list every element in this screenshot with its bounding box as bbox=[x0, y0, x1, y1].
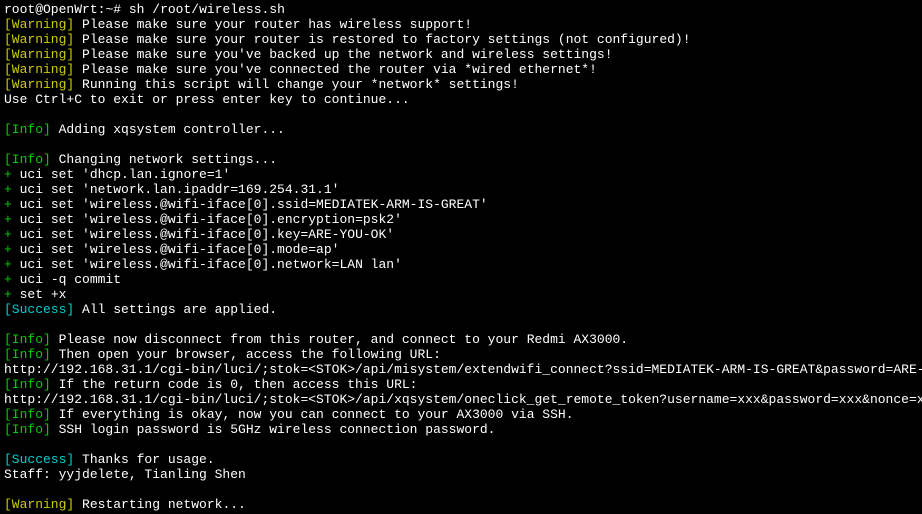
info-text: If the return code is 0, then access thi… bbox=[51, 377, 418, 392]
info-text: Adding xqsystem controller... bbox=[51, 122, 285, 137]
warning-tag: [Warning] bbox=[4, 497, 74, 512]
warning-tag: [Warning] bbox=[4, 62, 74, 77]
blank-line bbox=[4, 482, 918, 497]
info-tag: [Info] bbox=[4, 332, 51, 347]
uci-line: + uci set 'wireless.@wifi-iface[0].mode=… bbox=[4, 242, 918, 257]
blank-line bbox=[4, 137, 918, 152]
warning-tag: [Warning] bbox=[4, 77, 74, 92]
success-tag: [Success] bbox=[4, 452, 74, 467]
plus-sign: + bbox=[4, 212, 12, 227]
staff-line: Staff: yyjdelete, Tianling Shen bbox=[4, 467, 918, 482]
plus-sign: + bbox=[4, 197, 12, 212]
blank-line bbox=[4, 317, 918, 332]
uci-cmd: uci set 'wireless.@wifi-iface[0].key=ARE… bbox=[12, 227, 394, 242]
info-tag: [Info] bbox=[4, 122, 51, 137]
warning-tag: [Warning] bbox=[4, 17, 74, 32]
info-text: If everything is okay, now you can conne… bbox=[51, 407, 574, 422]
uci-cmd: uci set 'wireless.@wifi-iface[0].encrypt… bbox=[12, 212, 402, 227]
info-text: SSH login password is 5GHz wireless conn… bbox=[51, 422, 496, 437]
warning-line: [Warning] Please make sure you've connec… bbox=[4, 62, 918, 77]
info-tag: [Info] bbox=[4, 422, 51, 437]
info-text: Please now disconnect from this router, … bbox=[51, 332, 628, 347]
info-tag: [Info] bbox=[4, 407, 51, 422]
success-text: All settings are applied. bbox=[74, 302, 277, 317]
info-line: [Info] If the return code is 0, then acc… bbox=[4, 377, 918, 392]
warning-line: [Warning] Please make sure you've backed… bbox=[4, 47, 918, 62]
info-line: [Info] If everything is okay, now you ca… bbox=[4, 407, 918, 422]
warning-text: Please make sure you've connected the ro… bbox=[74, 62, 597, 77]
command-text bbox=[121, 2, 129, 17]
info-text: Changing network settings... bbox=[51, 152, 277, 167]
prompt-user-host: root@OpenWrt bbox=[4, 2, 98, 17]
warning-line: [Warning] Please make sure your router h… bbox=[4, 17, 918, 32]
uci-line: + set +x bbox=[4, 287, 918, 302]
plus-sign: + bbox=[4, 182, 12, 197]
success-line: [Success] All settings are applied. bbox=[4, 302, 918, 317]
uci-line: + uci set 'wireless.@wifi-iface[0].netwo… bbox=[4, 257, 918, 272]
uci-cmd: uci set 'wireless.@wifi-iface[0].ssid=ME… bbox=[12, 197, 488, 212]
uci-cmd: uci set 'wireless.@wifi-iface[0].network… bbox=[12, 257, 402, 272]
ctrl-c-text: Use Ctrl+C to exit or press enter key to… bbox=[4, 92, 918, 107]
warning-tag: [Warning] bbox=[4, 32, 74, 47]
warning-text: Please make sure you've backed up the ne… bbox=[74, 47, 612, 62]
terminal-output: root@OpenWrt:~# sh /root/wireless.sh [Wa… bbox=[4, 2, 918, 512]
info-line: [Info] SSH login password is 5GHz wirele… bbox=[4, 422, 918, 437]
url-line: http://192.168.31.1/cgi-bin/luci/;stok=<… bbox=[4, 362, 918, 377]
uci-line: + uci set 'wireless.@wifi-iface[0].encry… bbox=[4, 212, 918, 227]
uci-line: + uci set 'network.lan.ipaddr=169.254.31… bbox=[4, 182, 918, 197]
warning-text: Running this script will change your *ne… bbox=[74, 77, 519, 92]
uci-cmd: uci set 'network.lan.ipaddr=169.254.31.1… bbox=[12, 182, 340, 197]
success-tag: [Success] bbox=[4, 302, 74, 317]
uci-line: + uci set 'wireless.@wifi-iface[0].key=A… bbox=[4, 227, 918, 242]
plus-sign: + bbox=[4, 272, 12, 287]
success-text: Thanks for usage. bbox=[74, 452, 214, 467]
warning-line: [Warning] Running this script will chang… bbox=[4, 77, 918, 92]
blank-line bbox=[4, 437, 918, 452]
plus-sign: + bbox=[4, 227, 12, 242]
info-line: [Info] Please now disconnect from this r… bbox=[4, 332, 918, 347]
warning-line: [Warning] Please make sure your router i… bbox=[4, 32, 918, 47]
prompt-symbol: # bbox=[113, 2, 121, 17]
info-text: Then open your browser, access the follo… bbox=[51, 347, 441, 362]
info-tag: [Info] bbox=[4, 152, 51, 167]
warning-text: Please make sure your router is restored… bbox=[74, 32, 690, 47]
uci-cmd: uci set 'wireless.@wifi-iface[0].mode=ap… bbox=[12, 242, 340, 257]
uci-cmd: uci set 'dhcp.lan.ignore=1' bbox=[12, 167, 230, 182]
plus-sign: + bbox=[4, 287, 12, 302]
blank-line bbox=[4, 107, 918, 122]
prompt-line: root@OpenWrt:~# sh /root/wireless.sh bbox=[4, 2, 918, 17]
info-line: [Info] Then open your browser, access th… bbox=[4, 347, 918, 362]
plus-sign: + bbox=[4, 242, 12, 257]
success-line: [Success] Thanks for usage. bbox=[4, 452, 918, 467]
info-line: [Info] Adding xqsystem controller... bbox=[4, 122, 918, 137]
uci-line: + uci set 'dhcp.lan.ignore=1' bbox=[4, 167, 918, 182]
uci-cmd: set +x bbox=[12, 287, 67, 302]
uci-line: + uci -q commit bbox=[4, 272, 918, 287]
plus-sign: + bbox=[4, 167, 12, 182]
warning-text: Please make sure your router has wireles… bbox=[74, 17, 472, 32]
info-tag: [Info] bbox=[4, 347, 51, 362]
uci-cmd: uci -q commit bbox=[12, 272, 121, 287]
url-line: http://192.168.31.1/cgi-bin/luci/;stok=<… bbox=[4, 392, 918, 407]
warning-tag: [Warning] bbox=[4, 47, 74, 62]
info-line: [Info] Changing network settings... bbox=[4, 152, 918, 167]
info-tag: [Info] bbox=[4, 377, 51, 392]
uci-line: + uci set 'wireless.@wifi-iface[0].ssid=… bbox=[4, 197, 918, 212]
plus-sign: + bbox=[4, 257, 12, 272]
warning-text: Restarting network... bbox=[74, 497, 246, 512]
command: sh /root/wireless.sh bbox=[129, 2, 285, 17]
warning-line: [Warning] Restarting network... bbox=[4, 497, 918, 512]
